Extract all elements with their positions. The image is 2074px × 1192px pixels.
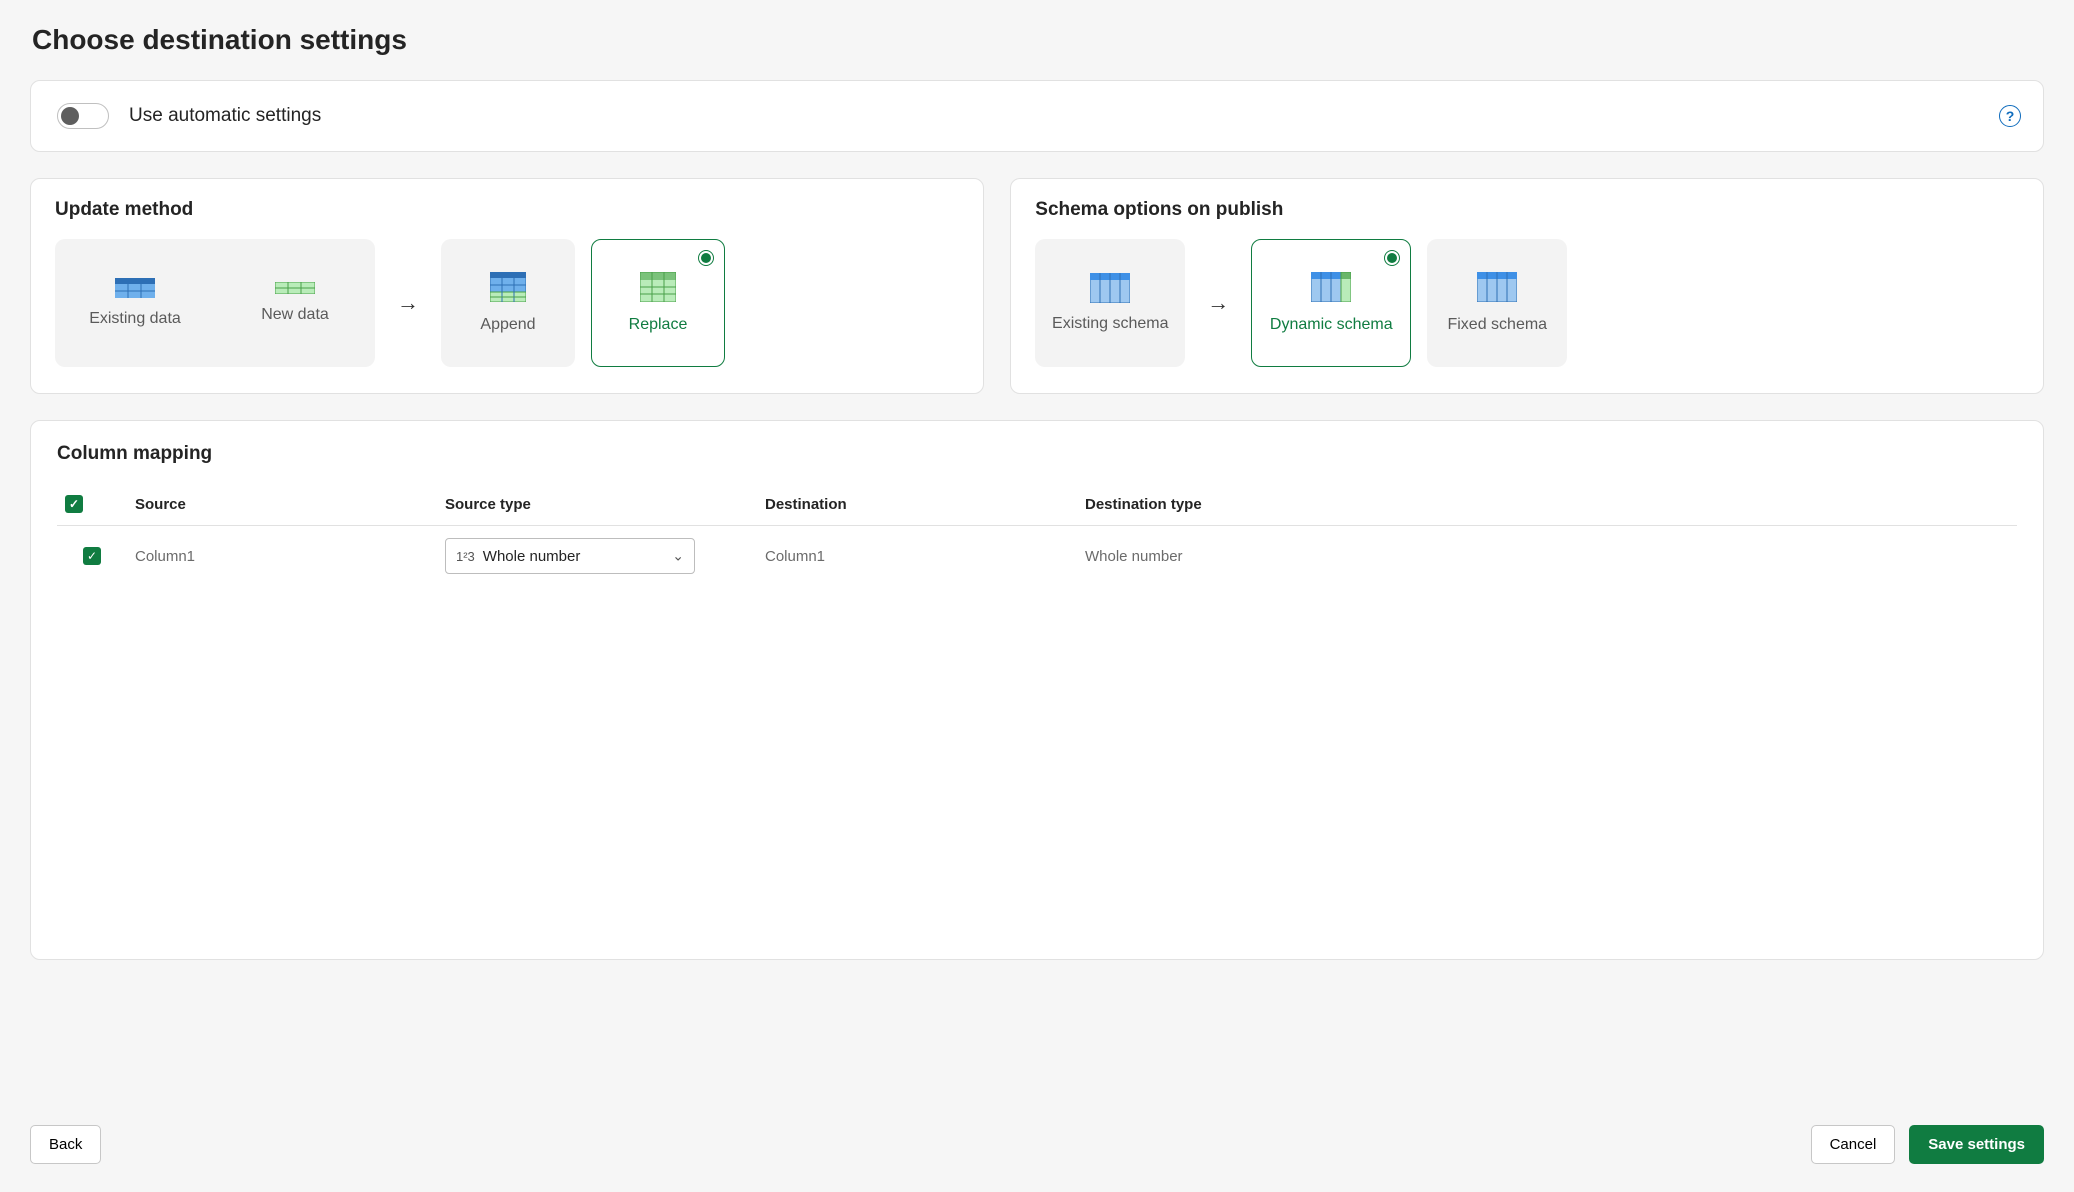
fixed-schema-label: Fixed schema	[1447, 316, 1547, 334]
new-data-tile: New data	[215, 239, 375, 367]
column-mapping-table: ✓ Source Source type Destination Destina…	[57, 483, 2017, 586]
header-destination: Destination	[757, 483, 1077, 526]
existing-schema-label: Existing schema	[1052, 315, 1169, 333]
column-mapping-title: Column mapping	[57, 443, 2017, 465]
append-label: Append	[480, 316, 535, 334]
replace-option[interactable]: Replace	[591, 239, 725, 367]
dynamic-schema-label: Dynamic schema	[1270, 316, 1393, 334]
fixed-schema-option[interactable]: Fixed schema	[1427, 239, 1567, 367]
update-method-title: Update method	[55, 199, 959, 221]
row-source: Column1	[127, 526, 437, 587]
footer-bar: Back Cancel Save settings	[0, 1107, 2074, 1192]
page-title: Choose destination settings	[32, 24, 2044, 56]
header-source-type: Source type	[437, 483, 757, 526]
automatic-settings-label: Use automatic settings	[129, 105, 321, 127]
new-data-icon	[275, 282, 315, 294]
save-button[interactable]: Save settings	[1909, 1125, 2044, 1164]
cancel-button[interactable]: Cancel	[1811, 1125, 1896, 1164]
header-destination-type: Destination type	[1077, 483, 2017, 526]
source-type-dropdown[interactable]: 1²3 Whole number ⌄	[445, 538, 695, 574]
number-type-icon: 1²3	[456, 549, 475, 564]
existing-data-icon	[115, 278, 155, 298]
row-destination-type: Whole number	[1077, 526, 2017, 587]
existing-data-tile: Existing data	[55, 239, 215, 367]
row-destination: Column1	[757, 526, 1077, 587]
schema-options-title: Schema options on publish	[1035, 199, 2019, 221]
automatic-settings-toggle[interactable]	[57, 103, 109, 129]
select-all-checkbox[interactable]: ✓	[65, 495, 83, 513]
existing-schema-icon	[1090, 273, 1130, 303]
schema-options-panel: Schema options on publish Existing schem…	[1010, 178, 2044, 394]
chevron-down-icon: ⌄	[672, 548, 684, 565]
column-mapping-card: Column mapping ✓ Source Source type Dest…	[30, 420, 2044, 960]
arrow-icon: →	[391, 290, 425, 316]
append-icon	[490, 272, 526, 302]
table-row: ✓ Column1 1²3 Whole number ⌄ Column1 Who…	[57, 526, 2017, 587]
existing-schema-tile: Existing schema	[1035, 239, 1185, 367]
fixed-schema-icon	[1477, 272, 1517, 302]
help-icon[interactable]: ?	[1999, 105, 2021, 127]
back-button[interactable]: Back	[30, 1125, 101, 1164]
dynamic-schema-option[interactable]: Dynamic schema	[1251, 239, 1411, 367]
existing-data-label: Existing data	[89, 310, 181, 328]
existing-schema-preview: Existing schema	[1035, 239, 1185, 367]
current-data-preview: Existing data New data	[55, 239, 375, 367]
update-method-panel: Update method Existing data	[30, 178, 984, 394]
dynamic-schema-icon	[1311, 272, 1351, 302]
append-option[interactable]: Append	[441, 239, 575, 367]
source-type-value: Whole number	[483, 548, 581, 565]
replace-icon	[640, 272, 676, 302]
row-checkbox[interactable]: ✓	[83, 547, 101, 565]
replace-label: Replace	[629, 316, 688, 334]
automatic-settings-card: Use automatic settings ?	[30, 80, 2044, 152]
arrow-icon: →	[1201, 290, 1235, 316]
header-source: Source	[127, 483, 437, 526]
new-data-label: New data	[261, 306, 329, 324]
